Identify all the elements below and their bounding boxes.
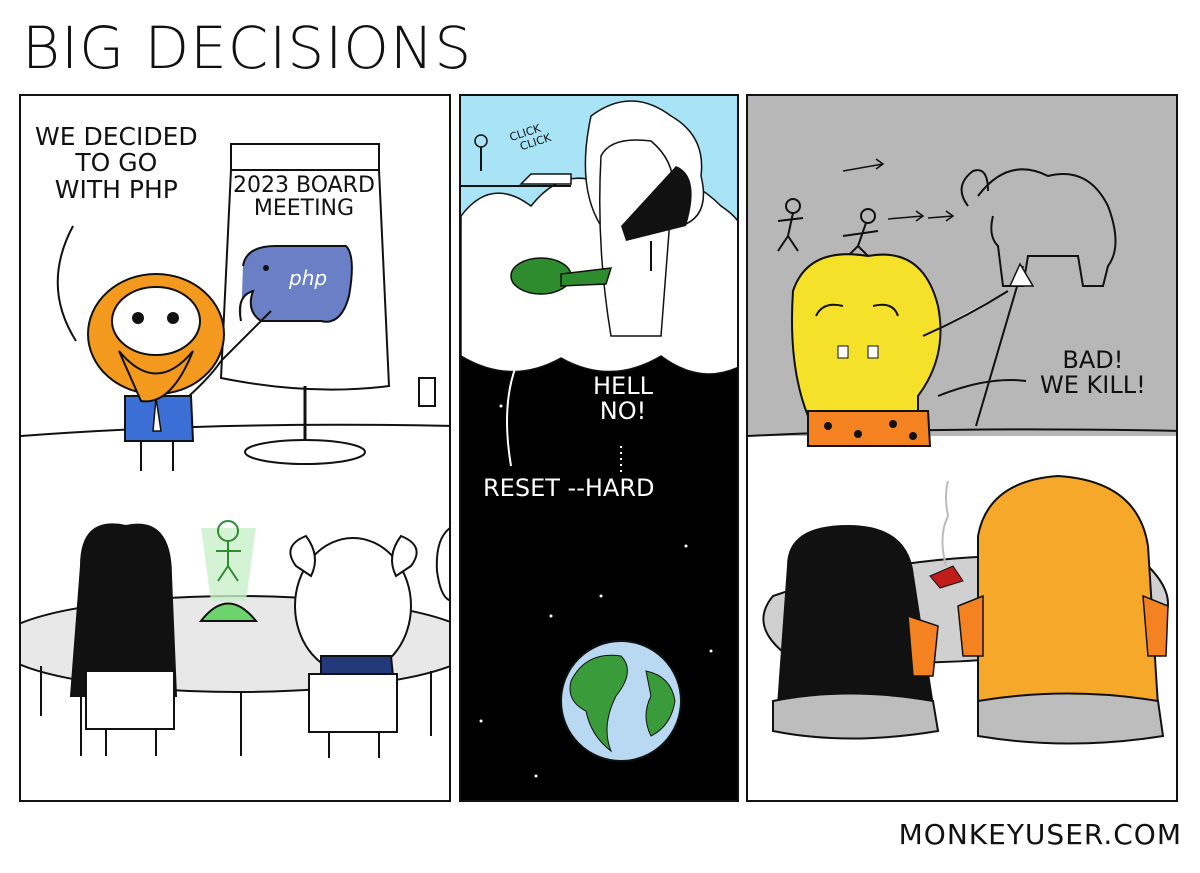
flipchart-sign: 2023 BOARD MEETING xyxy=(233,173,375,222)
speech-caption-bad-we-kill: BAD! WE KILL! xyxy=(1040,346,1146,400)
site-credit: MONKEYUSER.COM xyxy=(898,818,1182,851)
php-logo-text: php xyxy=(289,266,328,290)
speech-caption-reset: RESET --HARD xyxy=(483,474,655,502)
speech-caption-php: WE DECIDED TO GO WITH PHP xyxy=(35,122,198,204)
speech-caption-hell-no: HELL NO! xyxy=(593,372,653,426)
heaven-space-scene xyxy=(461,96,737,778)
comic-title: BIG DECISIONS xyxy=(22,14,473,82)
panel-cave-painting: BAD! WE KILL! xyxy=(746,94,1178,802)
panel-heaven-reset: CLICK CLICK HELL NO! RESET --HARD xyxy=(459,94,739,802)
panel-board-meeting: WE DECIDED TO GO WITH PHP 2023 BOARD MEE… xyxy=(19,94,451,802)
cave-scene xyxy=(748,96,1176,745)
